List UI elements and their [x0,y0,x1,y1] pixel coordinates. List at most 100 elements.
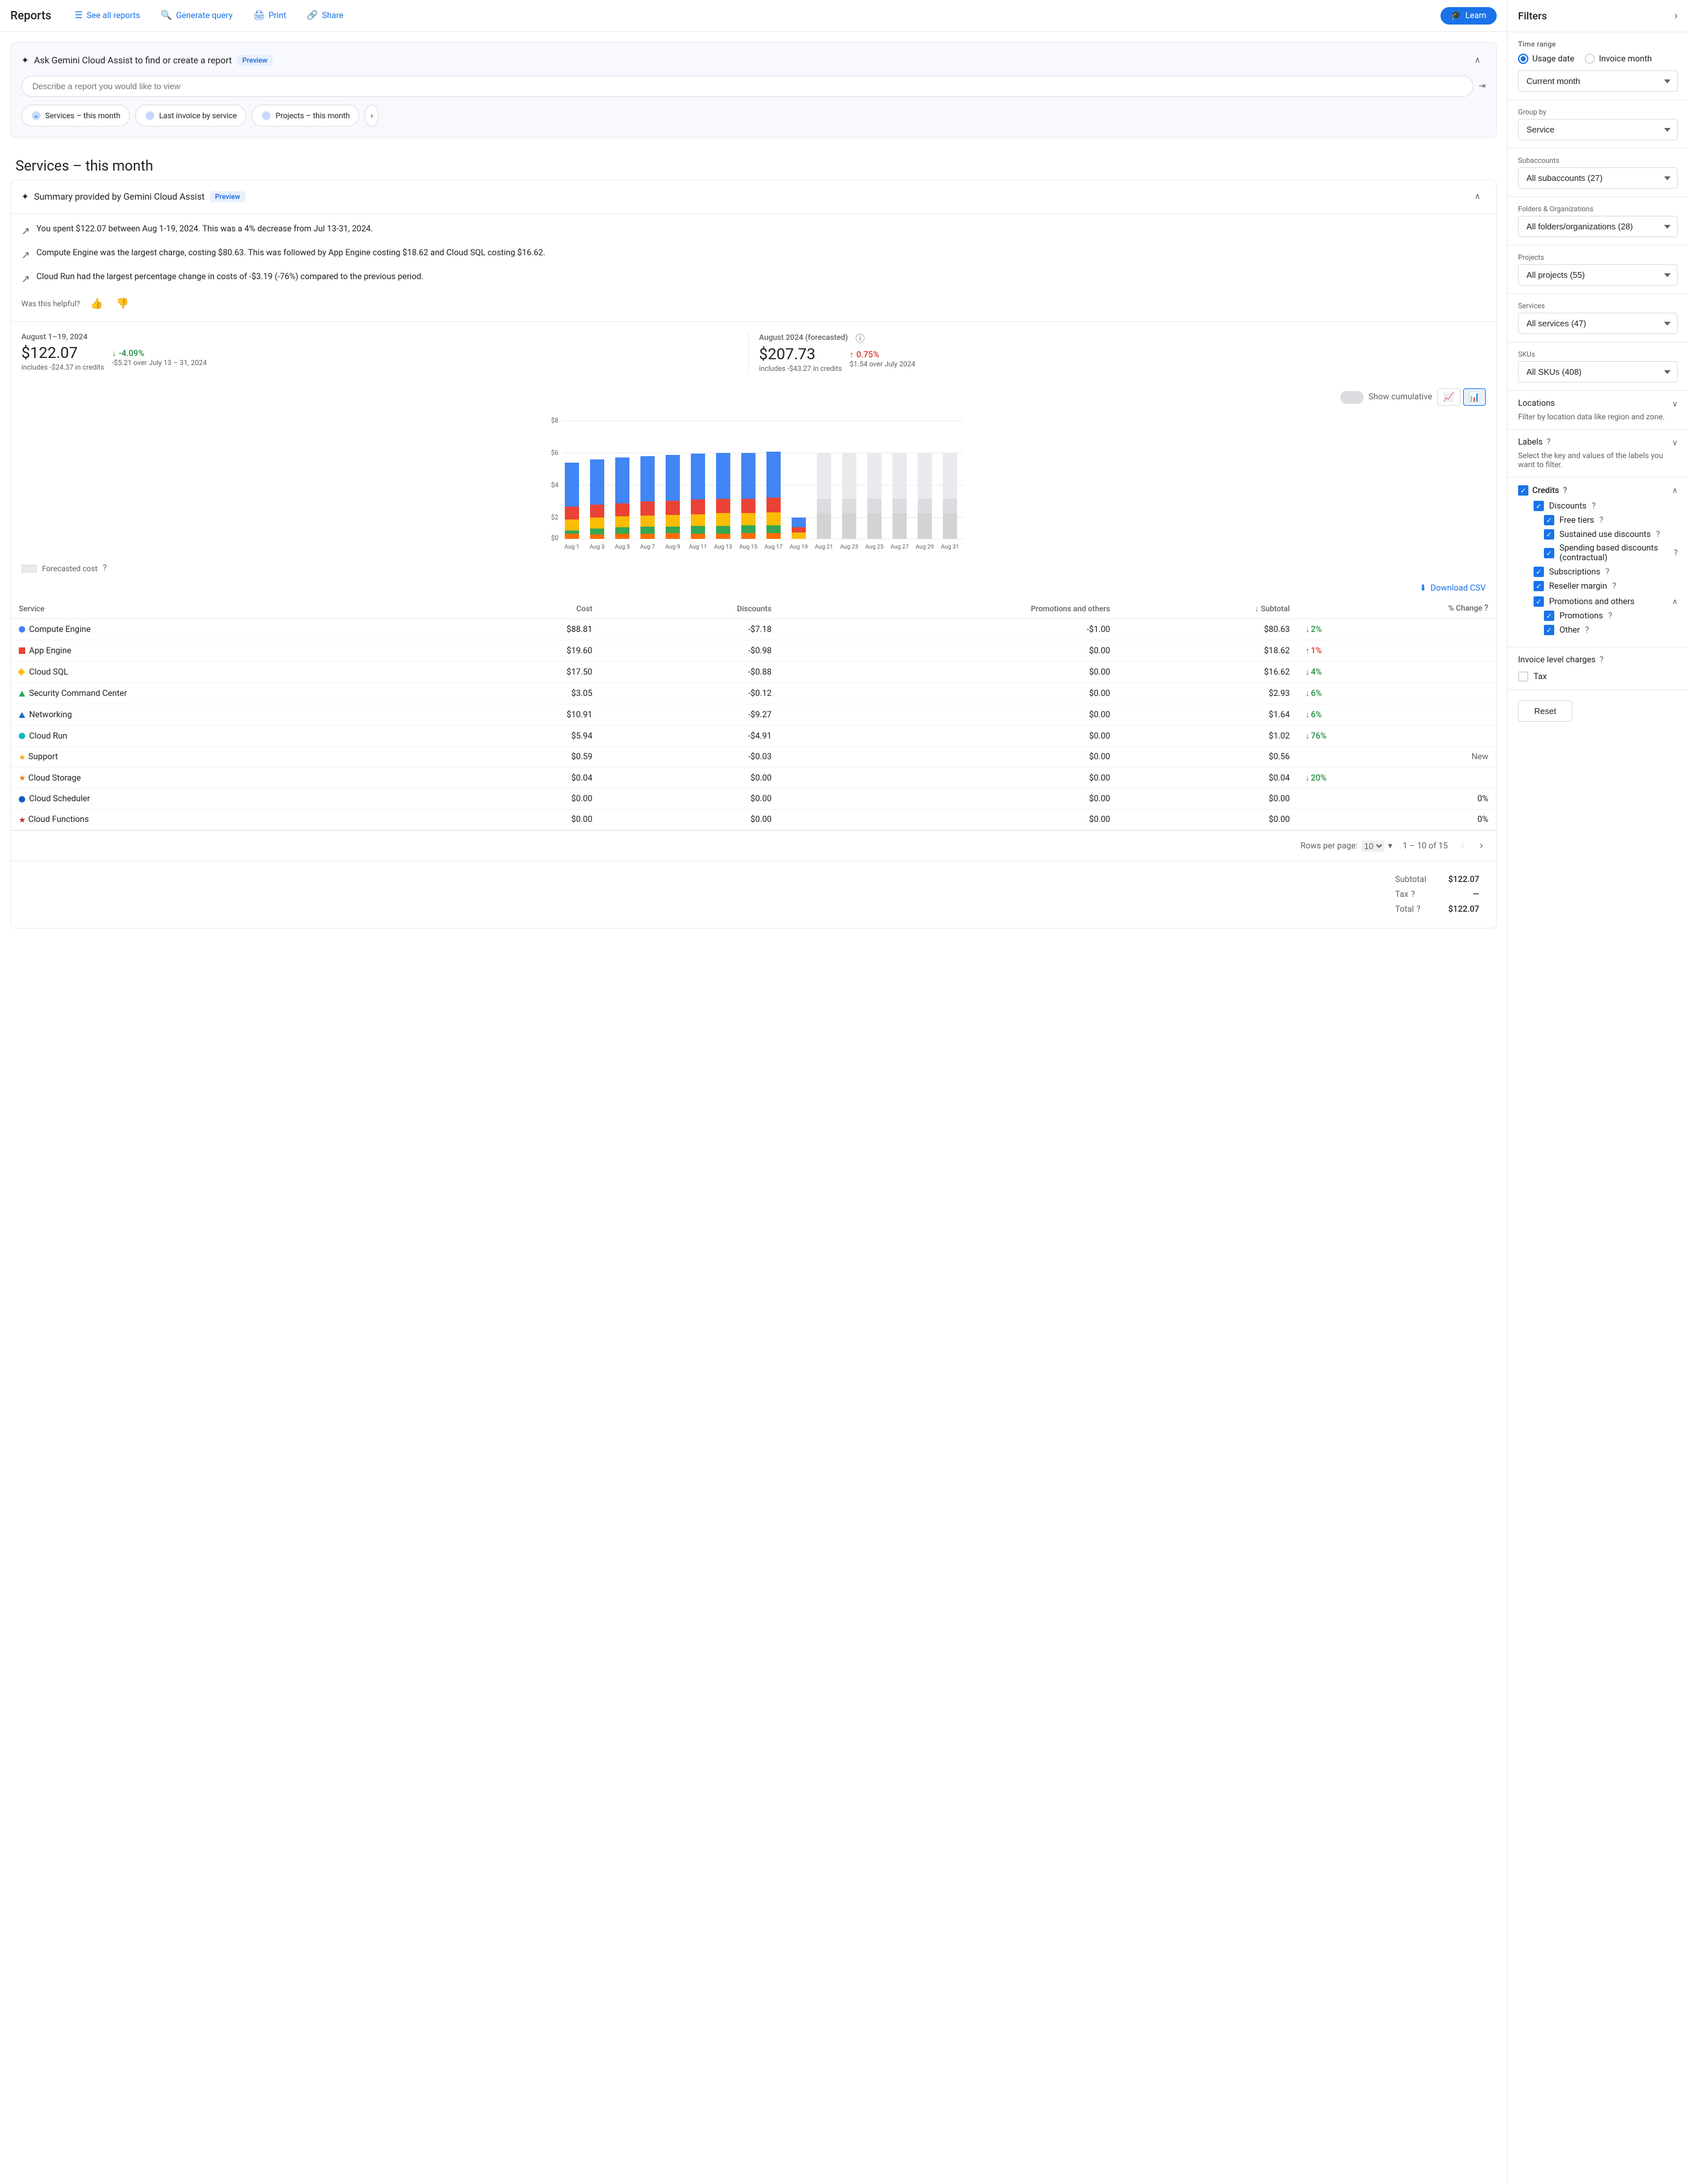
change-cell: ↓2% [1305,624,1488,635]
th-subtotal[interactable]: ↓ Subtotal [1118,598,1298,619]
totals-table: Subtotal $122.07 Tax ? — Total [1389,872,1486,918]
sustained-use-checkbox[interactable]: ✓ [1544,529,1554,540]
print-link[interactable]: 🖨 Print [246,6,294,25]
change-col-cell: ↓6% [1298,704,1496,726]
learn-button[interactable]: 🎓 Learn [1440,7,1497,25]
labels-header[interactable]: Labels ? ∨ [1518,437,1678,447]
total-value: $122.07 [1433,903,1484,916]
tax-checkbox-item[interactable]: Tax [1518,671,1678,682]
summary-collapse-button[interactable]: ∧ [1469,189,1486,204]
discounts-cell: $0.00 [600,789,779,810]
change-cell: ↓6% [1305,709,1488,720]
free-tiers-checkbox-item[interactable]: ✓ Free tiers ? [1518,515,1678,525]
generate-query-link[interactable]: 🔍 Generate query [153,6,240,25]
forecast-help-icon[interactable]: ? [103,563,107,573]
prev-page-button[interactable]: ‹ [1458,837,1466,854]
invoice-title: Invoice level charges ? [1518,655,1678,665]
credits-help-icon[interactable]: ? [1563,486,1567,496]
subaccounts-select[interactable]: All subaccounts (27) [1518,167,1678,189]
group-by-select[interactable]: Service [1518,119,1678,140]
sidebar-collapse-button[interactable]: › [1674,9,1678,23]
download-csv-button[interactable]: ⬇ Download CSV [1420,583,1486,593]
subscriptions-help-icon[interactable]: ? [1605,567,1609,577]
reset-button[interactable]: Reset [1518,700,1572,722]
promotions-others-checkbox-item[interactable]: ✓ Promotions and others ∧ [1518,596,1678,607]
spending-based-help-icon[interactable]: ? [1674,549,1678,558]
free-tiers-checkbox[interactable]: ✓ [1544,515,1554,525]
cumulative-switch[interactable] [1340,391,1364,404]
reset-section: Reset [1508,690,1688,732]
discounts-cell: -$9.27 [600,704,779,726]
share-link[interactable]: 🔗 Share [299,6,352,25]
gemini-search-input[interactable] [21,76,1473,97]
service-name-cell: App Engine [11,640,452,662]
chip-projects-month[interactable]: Projects – this month [251,105,359,127]
credits-collapse-icon[interactable]: ∧ [1672,486,1678,495]
free-tiers-help-icon[interactable]: ? [1599,516,1603,525]
usage-date-radio[interactable]: Usage date [1518,54,1574,64]
forecasted-info-icon[interactable]: ⓘ [856,332,865,345]
cloud-icon: ☁ [31,110,41,121]
tax-empty-checkbox[interactable] [1518,671,1528,682]
show-cumulative-toggle[interactable]: Show cumulative [1340,391,1433,404]
invoice-month-radio[interactable]: Invoice month [1585,54,1652,64]
total-row: Total ? $122.07 [1390,903,1484,916]
other-checkbox-item[interactable]: ✓ Other ? [1518,625,1678,635]
discounts-checkbox-item[interactable]: ✓ Discounts ? [1518,501,1678,511]
promotions-others-collapse-icon[interactable]: ∧ [1672,597,1678,606]
promotions-cell: $0.00 [779,662,1118,683]
help-icon-change[interactable]: ? [1484,604,1488,613]
bar-chart-button[interactable]: 📊 [1463,388,1486,406]
gemini-collapse-button[interactable]: ∧ [1469,53,1486,68]
subtotal-value: $122.07 [1433,873,1484,887]
other-help-icon[interactable]: ? [1585,625,1589,635]
next-page-button[interactable]: › [1477,837,1486,854]
subscriptions-checkbox-item[interactable]: ✓ Subscriptions ? [1518,567,1678,577]
folders-select[interactable]: All folders/organizations (28) [1518,216,1678,237]
see-all-reports-link[interactable]: ☰ See all reports [67,6,148,25]
other-checkbox[interactable]: ✓ [1544,625,1554,635]
promotions-checkbox[interactable]: ✓ [1544,611,1554,621]
reseller-margin-help-icon[interactable]: ? [1612,582,1616,591]
reseller-margin-checkbox-item[interactable]: ✓ Reseller margin ? [1518,581,1678,591]
projects-select[interactable]: All projects (55) [1518,264,1678,286]
discounts-help-icon[interactable]: ? [1592,501,1596,511]
gemini-submit-icon[interactable]: ⇥ [1479,81,1486,91]
promotions-help-icon[interactable]: ? [1608,611,1612,621]
promotions-checkbox-item[interactable]: ✓ Promotions ? [1518,611,1678,621]
current-month-select[interactable]: Current month [1518,70,1678,92]
rows-per-page-select[interactable]: 10 25 50 [1362,841,1384,852]
current-metric-values: $122.07 includes -$24.37 in credits ↓ -4… [21,344,738,372]
discounts-checkbox[interactable]: ✓ [1534,501,1544,511]
th-change[interactable]: % Change ? [1298,598,1496,619]
spending-based-checkbox[interactable]: ✓ [1544,548,1554,558]
thumbs-up-button[interactable]: 👍 [88,295,106,312]
skus-select[interactable]: All SKUs (408) [1518,361,1678,383]
tax-help-icon[interactable]: ? [1411,890,1415,899]
labels-help-icon[interactable]: ? [1546,437,1550,447]
change-col-cell: New [1298,747,1496,768]
gemini-preview-badge: Preview [237,55,273,66]
table-row: Networking $10.91 -$9.27 $0.00 $1.64 ↓6% [11,704,1496,726]
download-icon: ⬇ [1420,583,1427,593]
invoice-help-icon[interactable]: ? [1599,655,1603,665]
sustained-use-help-icon[interactable]: ? [1656,530,1660,540]
cost-chart: $8 $6 $4 $2 $0 [21,411,1486,553]
line-chart-button[interactable]: 📈 [1437,388,1460,406]
usage-date-radio-dot [1521,56,1526,61]
chip-last-invoice[interactable]: Last invoice by service [135,105,246,127]
credits-checkbox[interactable]: ✓ [1518,485,1528,496]
spending-based-checkbox-item[interactable]: ✓ Spending based discounts (contractual)… [1518,543,1678,563]
svg-text:$2: $2 [551,513,559,521]
reseller-margin-checkbox[interactable]: ✓ [1534,581,1544,591]
more-chips-button[interactable]: › [364,105,379,127]
subscriptions-checkbox[interactable]: ✓ [1534,567,1544,577]
services-filter-select[interactable]: All services (47) [1518,313,1678,334]
chip-services-month[interactable]: ☁ Services – this month [21,105,130,127]
total-help-icon[interactable]: ? [1417,905,1420,914]
subaccounts-section: Subaccounts All subaccounts (27) [1508,149,1688,197]
sustained-use-checkbox-item[interactable]: ✓ Sustained use discounts ? [1518,529,1678,540]
locations-header[interactable]: Locations ∨ [1518,399,1678,408]
promotions-others-checkbox[interactable]: ✓ [1534,596,1544,607]
thumbs-down-button[interactable]: 👎 [114,295,132,312]
